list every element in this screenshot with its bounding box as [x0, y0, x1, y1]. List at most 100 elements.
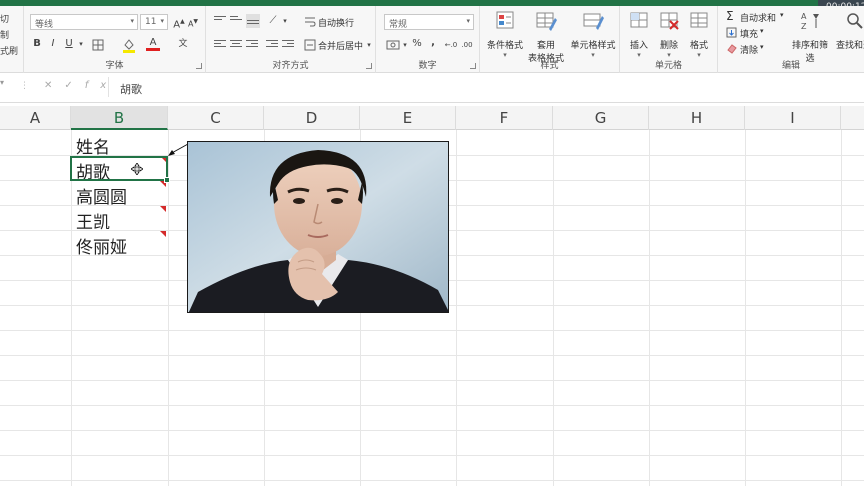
column-header-h[interactable]: H [649, 106, 745, 130]
number-group-label: 数字 [418, 61, 437, 71]
cut-button[interactable]: 切 [0, 12, 9, 25]
alignment-group-label: 对齐方式 [272, 61, 309, 71]
dialog-launcher-icon[interactable] [470, 63, 476, 69]
chevron-down-icon[interactable]: ▾ [74, 37, 88, 51]
format-label: 格式 [689, 41, 708, 51]
number-group: 常规 ▾ ▾ % , ←.0 .00 数字 [376, 6, 480, 73]
font-size-value: 11 [145, 17, 157, 27]
increase-indent-icon[interactable] [282, 40, 294, 50]
column-header-c[interactable]: C [168, 106, 264, 130]
font-size-select[interactable]: 11 ▾ [140, 14, 168, 30]
column-header-e[interactable]: E [360, 106, 456, 130]
align-bottom-icon[interactable] [246, 14, 260, 28]
comment-indicator-icon[interactable] [160, 231, 166, 237]
copy-button[interactable]: 制 [0, 28, 9, 41]
formula-bar-divider [108, 77, 109, 97]
move-cursor-icon [131, 163, 143, 175]
column-header-g[interactable]: G [553, 106, 649, 130]
wrap-text-icon [305, 17, 316, 27]
grow-font-button[interactable]: A▲ [172, 15, 186, 30]
comma-button[interactable]: , [426, 36, 440, 50]
autosum-button[interactable]: 自动求和 [740, 11, 776, 24]
column-header-f[interactable]: F [456, 106, 553, 130]
grid-line [745, 130, 746, 486]
bold-button[interactable]: B [30, 37, 44, 51]
ribbon: 切 制 式刷 等线 ▾ 11 ▾ A▲ A▼ B I U ▾ A 文 字体 ⟋ … [0, 6, 864, 73]
column-header-b[interactable]: B [71, 106, 168, 130]
find-select-button[interactable]: 查找和选 [832, 10, 864, 51]
italic-button[interactable]: I [46, 37, 60, 51]
delete-button[interactable]: 删除 ▾ [654, 10, 684, 59]
eraser-icon [727, 44, 737, 54]
format-button[interactable]: 格式 ▾ [684, 10, 714, 59]
cell-b1[interactable]: 姓名 [76, 133, 110, 158]
fill-down-icon [726, 27, 737, 38]
align-middle-icon[interactable] [230, 16, 242, 26]
active-cell-selection[interactable] [70, 156, 170, 183]
align-right-icon[interactable] [246, 40, 258, 50]
conditional-format-label: 条件格式 [486, 41, 523, 51]
grid-line [553, 130, 554, 486]
cells-group-label: 单元格 [654, 61, 682, 71]
dialog-launcher-icon[interactable] [366, 63, 372, 69]
portrait-illustration [188, 142, 448, 312]
number-format-select[interactable]: 常规 ▾ [384, 14, 474, 30]
column-header-d[interactable]: D [264, 106, 360, 130]
chevron-down-icon: ▾ [130, 17, 134, 25]
chevron-down-icon[interactable]: ▾ [278, 14, 292, 28]
shrink-font-button[interactable]: A▼ [186, 15, 200, 29]
format-painter-button[interactable]: 式刷 [0, 44, 18, 57]
format-cells-icon [690, 12, 708, 28]
fill-button[interactable]: 填充 [740, 27, 758, 40]
dialog-launcher-icon[interactable] [196, 63, 202, 69]
font-color-button[interactable]: A [146, 36, 160, 51]
cell-b3[interactable]: 高圆圆 [76, 183, 127, 208]
enter-icon[interactable]: ✓ [64, 80, 84, 91]
grid-line [0, 355, 864, 356]
column-header-a[interactable]: A [0, 106, 71, 130]
grid-line [71, 130, 72, 486]
cell-b5[interactable]: 佟丽娅 [76, 233, 127, 258]
border-icon[interactable] [92, 39, 104, 51]
chevron-down-icon[interactable]: ▾ [780, 11, 784, 19]
phonetic-button[interactable]: 文 [176, 37, 190, 51]
font-group: 等线 ▾ 11 ▾ A▲ A▼ B I U ▾ A 文 字体 [24, 6, 206, 73]
increase-decimal-icon[interactable]: ←.0 [444, 38, 458, 52]
column-header-row: A B C D E F G H I [0, 106, 864, 130]
clear-button[interactable]: 清除 [740, 43, 758, 56]
chevron-down-icon[interactable]: ▾ [760, 27, 764, 35]
decrease-decimal-icon[interactable]: .00 [460, 38, 474, 52]
insert-button[interactable]: 插入 ▾ [624, 10, 654, 59]
merge-center-button[interactable]: 合并后居中 [318, 39, 363, 52]
conditional-format-button[interactable]: 条件格式 ▾ [486, 10, 524, 59]
sigma-icon: Σ [726, 9, 734, 23]
format-table-icon [536, 12, 557, 31]
cell-b4[interactable]: 王凯 [76, 208, 110, 233]
fill-handle[interactable] [164, 177, 170, 183]
percent-button[interactable]: % [410, 37, 424, 51]
formula-input[interactable]: 胡歌 [120, 81, 142, 97]
fill-color-icon[interactable] [122, 37, 136, 53]
grid-line [168, 130, 169, 486]
chevron-down-icon[interactable]: ▾ [362, 38, 376, 52]
fx-icon[interactable]: fx [85, 80, 118, 91]
wrap-text-button[interactable]: 自动换行 [318, 16, 354, 29]
align-left-icon[interactable] [214, 40, 226, 50]
align-top-icon[interactable] [214, 16, 226, 26]
conditional-format-icon [496, 11, 514, 29]
decrease-indent-icon[interactable] [266, 40, 278, 50]
cell-styles-button[interactable]: 单元格样式 ▾ [568, 10, 618, 59]
font-name-select[interactable]: 等线 ▾ [30, 14, 138, 30]
font-name-value: 等线 [35, 20, 54, 30]
cancel-icon[interactable]: ✕ [44, 80, 64, 91]
chevron-down-icon[interactable]: ▾ [760, 43, 764, 51]
formula-bar-grip-icon: ⋮ [20, 81, 29, 91]
sort-filter-button[interactable]: A Z 排序和筛选 [788, 10, 832, 64]
worksheet-grid[interactable]: 姓名 胡歌 高圆圆 王凯 佟丽娅 [0, 130, 864, 486]
column-header-i[interactable]: I [745, 106, 841, 130]
format-as-table-button[interactable]: 套用 表格格式 [526, 10, 566, 64]
align-center-icon[interactable] [230, 40, 242, 50]
comment-portrait-image[interactable] [187, 141, 449, 313]
comment-indicator-icon[interactable] [160, 206, 166, 212]
name-box-dropdown-icon[interactable]: ▾ [0, 78, 14, 96]
